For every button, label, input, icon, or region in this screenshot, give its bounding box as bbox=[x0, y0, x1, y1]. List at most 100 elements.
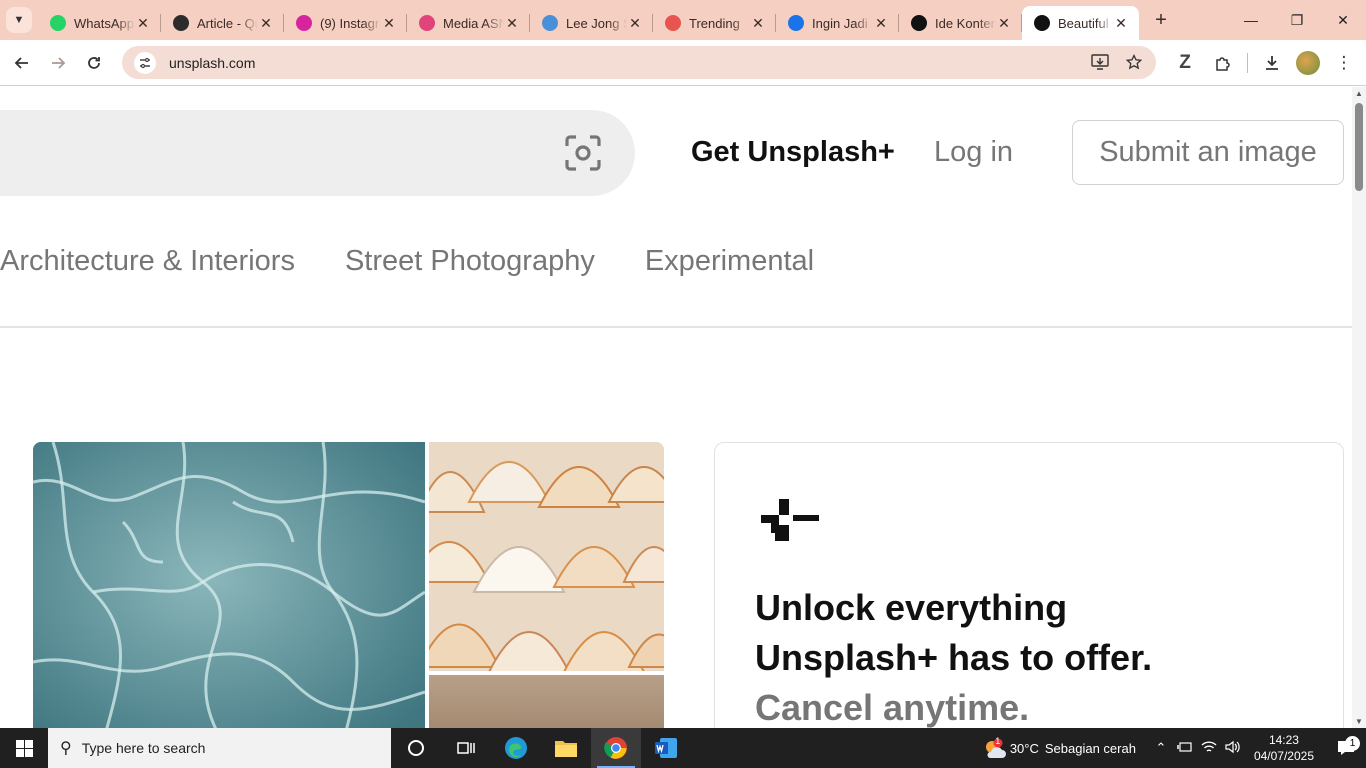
wifi-icon[interactable] bbox=[1198, 740, 1220, 757]
page-scrollbar[interactable]: ▲ ▼ bbox=[1352, 87, 1366, 728]
promo-line-2: Unsplash+ has to offer. bbox=[755, 637, 1153, 678]
action-center-button[interactable]: 1 bbox=[1326, 736, 1366, 756]
category-link[interactable]: Architecture & Interiors bbox=[0, 237, 295, 285]
water-photo bbox=[33, 442, 426, 728]
close-tab-icon[interactable]: ✕ bbox=[996, 15, 1012, 32]
browser-tab[interactable]: Article - Quillbot✕ bbox=[161, 6, 284, 40]
close-window-button[interactable]: ✕ bbox=[1320, 0, 1366, 40]
edge-icon bbox=[505, 737, 527, 759]
browser-tab[interactable]: Ingin Jadi ✕ bbox=[776, 6, 899, 40]
seashells-photo bbox=[407, 442, 664, 673]
start-button[interactable] bbox=[0, 728, 48, 768]
word-icon bbox=[655, 738, 677, 758]
edge-app-button[interactable] bbox=[491, 728, 541, 768]
promo-line-3: Cancel anytime. bbox=[755, 687, 1030, 728]
folder-icon bbox=[555, 741, 577, 757]
new-tab-button[interactable]: + bbox=[1147, 6, 1175, 34]
system-tray: 1 30°C Sebagian cerah ⌃ 14:23 04/07/2025… bbox=[982, 728, 1366, 768]
profile-avatar[interactable] bbox=[1296, 51, 1320, 75]
tab-title: WhatsApp bbox=[74, 15, 134, 31]
tab-title: Ingin Jadi bbox=[812, 15, 868, 31]
taskbar-clock[interactable]: 14:23 04/07/2025 bbox=[1254, 732, 1314, 764]
weather-desc: Sebagian cerah bbox=[1044, 740, 1136, 756]
cortana-button[interactable] bbox=[391, 728, 441, 768]
chatgpt-icon bbox=[911, 15, 927, 31]
taskbar-search-input[interactable]: ⚲ Type here to search bbox=[48, 728, 391, 768]
close-tab-icon[interactable]: ✕ bbox=[135, 15, 151, 32]
tab-title: Beautiful Free Images bbox=[1058, 15, 1113, 31]
close-tab-icon[interactable]: ✕ bbox=[627, 15, 643, 32]
promo-line-1: Unlock everything bbox=[755, 587, 1068, 628]
browser-tab[interactable]: (9) Instagram✕ bbox=[284, 6, 407, 40]
restore-button[interactable]: ❐ bbox=[1274, 0, 1320, 40]
search-input[interactable] bbox=[0, 110, 635, 196]
zotero-extension-icon[interactable]: Z bbox=[1171, 47, 1199, 79]
close-tab-icon[interactable]: ✕ bbox=[1113, 15, 1129, 32]
get-unsplash-plus-link[interactable]: Get Unsplash+ bbox=[691, 133, 895, 171]
browser-toolbar: unsplash.com Z ⋮ bbox=[0, 40, 1366, 86]
clock-time: 14:23 bbox=[1268, 733, 1299, 747]
scroll-down-arrow-icon[interactable]: ▼ bbox=[1355, 717, 1363, 726]
category-nav: Architecture & Interiors Street Photograp… bbox=[0, 237, 864, 285]
reload-button[interactable] bbox=[76, 45, 112, 81]
submit-image-button[interactable]: Submit an image bbox=[1072, 120, 1344, 185]
address-bar[interactable]: unsplash.com bbox=[122, 46, 1156, 79]
windows-taskbar: ⚲ Type here to search 1 30°C Sebagian ce… bbox=[0, 728, 1366, 768]
bookmark-star-icon[interactable] bbox=[1124, 52, 1144, 72]
browser-tab[interactable]: Beautiful Free Images✕ bbox=[1022, 6, 1139, 40]
clock-date: 04/07/2025 bbox=[1253, 749, 1314, 763]
tab-search-button[interactable]: ▼ bbox=[6, 7, 32, 33]
category-divider bbox=[0, 326, 1352, 328]
category-link[interactable]: Experimental bbox=[645, 237, 814, 285]
url-text: unsplash.com bbox=[169, 54, 256, 71]
article-icon bbox=[173, 15, 189, 31]
speaker-icon[interactable] bbox=[1222, 740, 1244, 757]
arrow-right-icon bbox=[52, 56, 66, 69]
close-tab-icon[interactable]: ✕ bbox=[381, 15, 397, 32]
unsplash-page: Get Unsplash+ Log in Submit an image Arc… bbox=[0, 87, 1352, 728]
chrome-app-button[interactable] bbox=[591, 728, 641, 768]
whatsapp-icon bbox=[50, 15, 66, 31]
word-app-button[interactable] bbox=[641, 728, 691, 768]
category-link[interactable]: Street Photography bbox=[345, 237, 595, 285]
arrow-left-icon bbox=[14, 56, 28, 69]
scroll-up-arrow-icon[interactable]: ▲ bbox=[1355, 89, 1363, 98]
browser-tab[interactable]: Media ASN ✕ bbox=[407, 6, 530, 40]
tab-strip: ▼ WhatsApp✕Article - Quillbot✕(9) Instag… bbox=[0, 0, 1366, 40]
close-tab-icon[interactable]: ✕ bbox=[873, 15, 889, 32]
visual-search-icon[interactable] bbox=[564, 134, 602, 172]
downloads-icon[interactable] bbox=[1258, 47, 1286, 79]
back-button[interactable] bbox=[4, 45, 40, 81]
media-icon bbox=[419, 15, 435, 31]
install-app-icon[interactable] bbox=[1090, 52, 1110, 72]
task-view-button[interactable] bbox=[441, 728, 491, 768]
show-hidden-icons-chevron-icon[interactable]: ⌃ bbox=[1150, 740, 1172, 756]
tab-title: (9) Instagram bbox=[320, 15, 381, 31]
login-link[interactable]: Log in bbox=[934, 133, 1013, 171]
file-explorer-button[interactable] bbox=[541, 728, 591, 768]
weather-widget[interactable]: 1 30°C Sebagian cerah bbox=[982, 736, 1136, 758]
window-controls: — ❐ ✕ bbox=[1228, 0, 1366, 40]
unsplash-plus-logo-icon bbox=[757, 485, 821, 545]
browser-tab[interactable]: Ide Konten ✕ bbox=[899, 6, 1022, 40]
close-tab-icon[interactable]: ✕ bbox=[750, 15, 766, 32]
browser-tab[interactable]: Trending ✕ bbox=[653, 6, 776, 40]
browser-tab[interactable]: WhatsApp ✕ bbox=[38, 6, 161, 40]
minimize-button[interactable]: — bbox=[1228, 0, 1274, 40]
chrome-icon bbox=[604, 737, 627, 759]
tab-list: WhatsApp✕Article - Quillbot✕(9) Instagra… bbox=[38, 0, 1139, 40]
close-tab-icon[interactable]: ✕ bbox=[504, 15, 520, 32]
browser-tab[interactable]: Lee Jong Suk✕ bbox=[530, 6, 653, 40]
site-info-icon[interactable] bbox=[134, 51, 156, 74]
close-tab-icon[interactable]: ✕ bbox=[258, 15, 274, 32]
weather-alert-count: 1 bbox=[995, 736, 1001, 746]
menu-kebab-icon[interactable]: ⋮ bbox=[1330, 47, 1358, 79]
tab-title: Lee Jong Suk bbox=[566, 15, 627, 31]
forward-button[interactable] bbox=[40, 45, 76, 81]
extensions-puzzle-icon[interactable] bbox=[1209, 47, 1237, 79]
windows-logo-icon bbox=[15, 739, 33, 757]
chevron-down-icon: ▼ bbox=[13, 14, 25, 26]
battery-icon[interactable] bbox=[1174, 741, 1196, 756]
unsplash-icon bbox=[1034, 15, 1050, 31]
scrollbar-thumb[interactable] bbox=[1355, 103, 1363, 191]
